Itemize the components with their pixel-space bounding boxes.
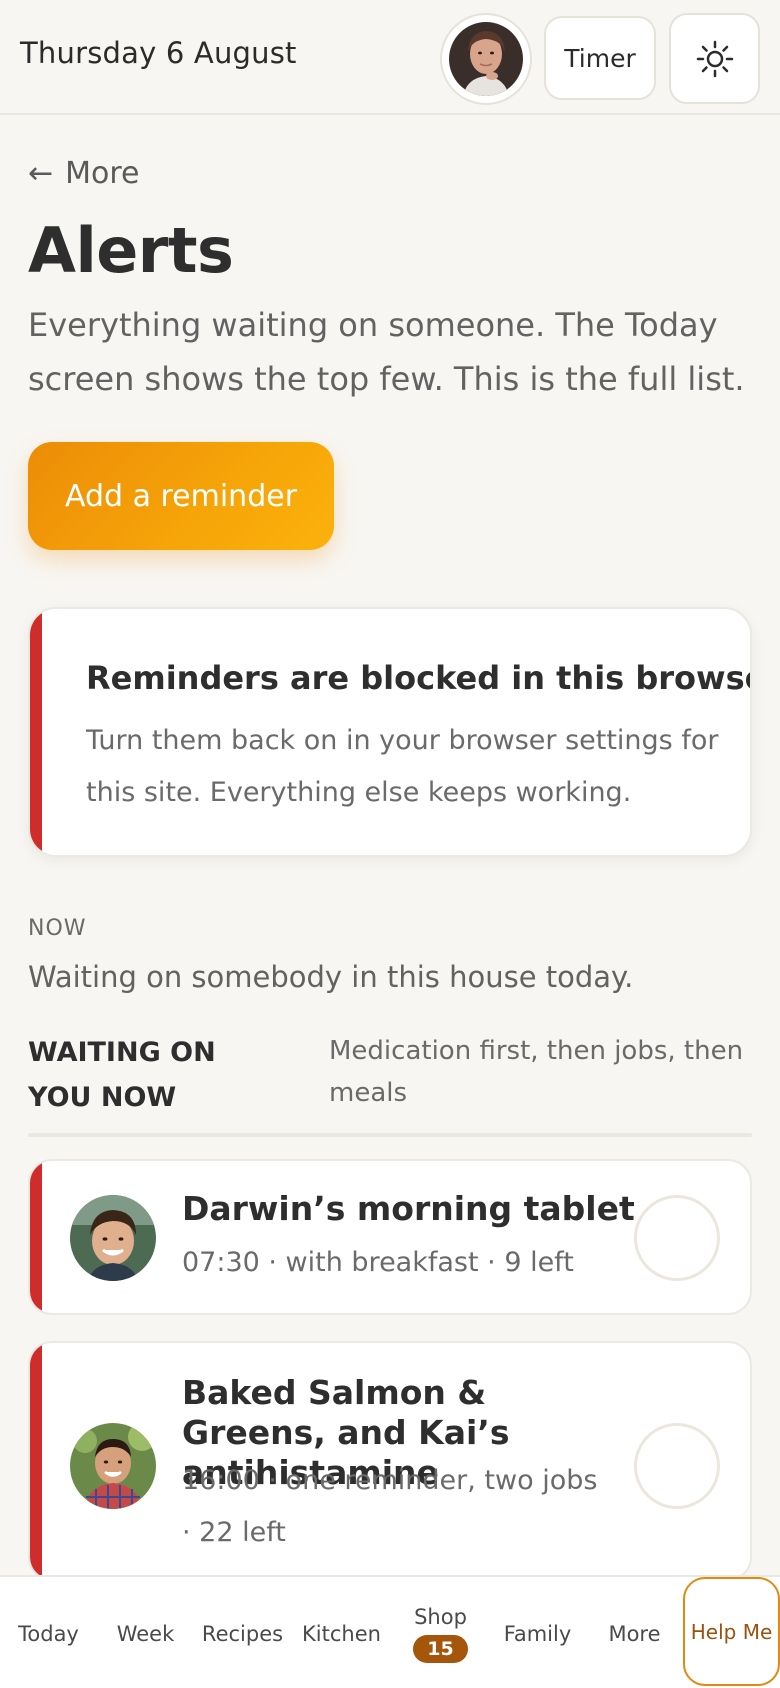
nav-label: Shop: [414, 1604, 467, 1629]
section-kicker: NOW: [28, 916, 87, 941]
task-complete-checkbox[interactable]: [634, 1195, 720, 1281]
timer-button[interactable]: Timer: [544, 16, 656, 100]
back-arrow-icon: ←: [28, 156, 54, 191]
nav-more[interactable]: More: [586, 1577, 683, 1688]
back-link-label: More: [65, 156, 140, 191]
user-avatar: [449, 22, 523, 96]
nav-kitchen[interactable]: Kitchen: [291, 1577, 392, 1688]
nav-shop[interactable]: Shop 15: [392, 1577, 489, 1688]
page-subtitle: Everything waiting on someone. The Today…: [28, 306, 745, 398]
back-to-more-link[interactable]: ← More: [28, 156, 140, 191]
reminders-blocked-card: Reminders are blocked in this browser Tu…: [28, 607, 752, 857]
theme-toggle-button[interactable]: [669, 13, 760, 104]
group-note: Medication first, then jobs, then meals: [329, 1036, 744, 1108]
nav-week[interactable]: Week: [97, 1577, 194, 1688]
bottom-navigation: Today Week Recipes Kitchen Shop 15 Famil…: [0, 1575, 780, 1688]
task-meta: 16:00 · one reminder, two jobs · 22 left: [182, 1465, 598, 1548]
nav-label: Today: [18, 1621, 79, 1646]
current-date: Thursday 6 August: [20, 36, 297, 70]
nav-label: Recipes: [201, 1621, 284, 1646]
group-title: WAITING ON YOU NOW: [28, 1037, 216, 1113]
nav-label: Kitchen: [302, 1621, 381, 1646]
child-avatar: [70, 1195, 156, 1281]
task-meta: 07:30 · with breakfast · 9 left: [182, 1247, 574, 1278]
section-divider: [28, 1133, 752, 1137]
shop-count-badge: 15: [413, 1634, 468, 1663]
nav-today[interactable]: Today: [0, 1577, 97, 1688]
nav-label: Family: [503, 1621, 572, 1646]
nav-label: Week: [116, 1621, 175, 1646]
nav-family[interactable]: Family: [489, 1577, 586, 1688]
task-complete-checkbox[interactable]: [634, 1423, 720, 1509]
section-description: Waiting on somebody in this house today.: [28, 960, 634, 994]
warning-body: Turn them back on in your browser settin…: [86, 725, 719, 808]
page-title: Alerts: [28, 214, 234, 287]
nav-recipes[interactable]: Recipes: [194, 1577, 291, 1688]
child-avatar: [70, 1423, 156, 1509]
task-card[interactable]: Baked Salmon & Greens, and Kai’s antihis…: [28, 1341, 752, 1581]
add-reminder-button[interactable]: Add a reminder: [28, 442, 334, 550]
task-card[interactable]: Darwin’s morning tablet 07:30 · with bre…: [28, 1159, 752, 1315]
help-me-button[interactable]: Help Me: [683, 1577, 780, 1686]
nav-label: More: [608, 1621, 661, 1646]
task-title: Darwin’s morning tablet: [182, 1189, 635, 1228]
sun-icon: [696, 40, 733, 77]
top-header: Thursday 6 August Timer: [0, 0, 780, 115]
profile-avatar-button[interactable]: [440, 13, 532, 105]
warning-title: Reminders are blocked in this browser: [86, 659, 752, 697]
